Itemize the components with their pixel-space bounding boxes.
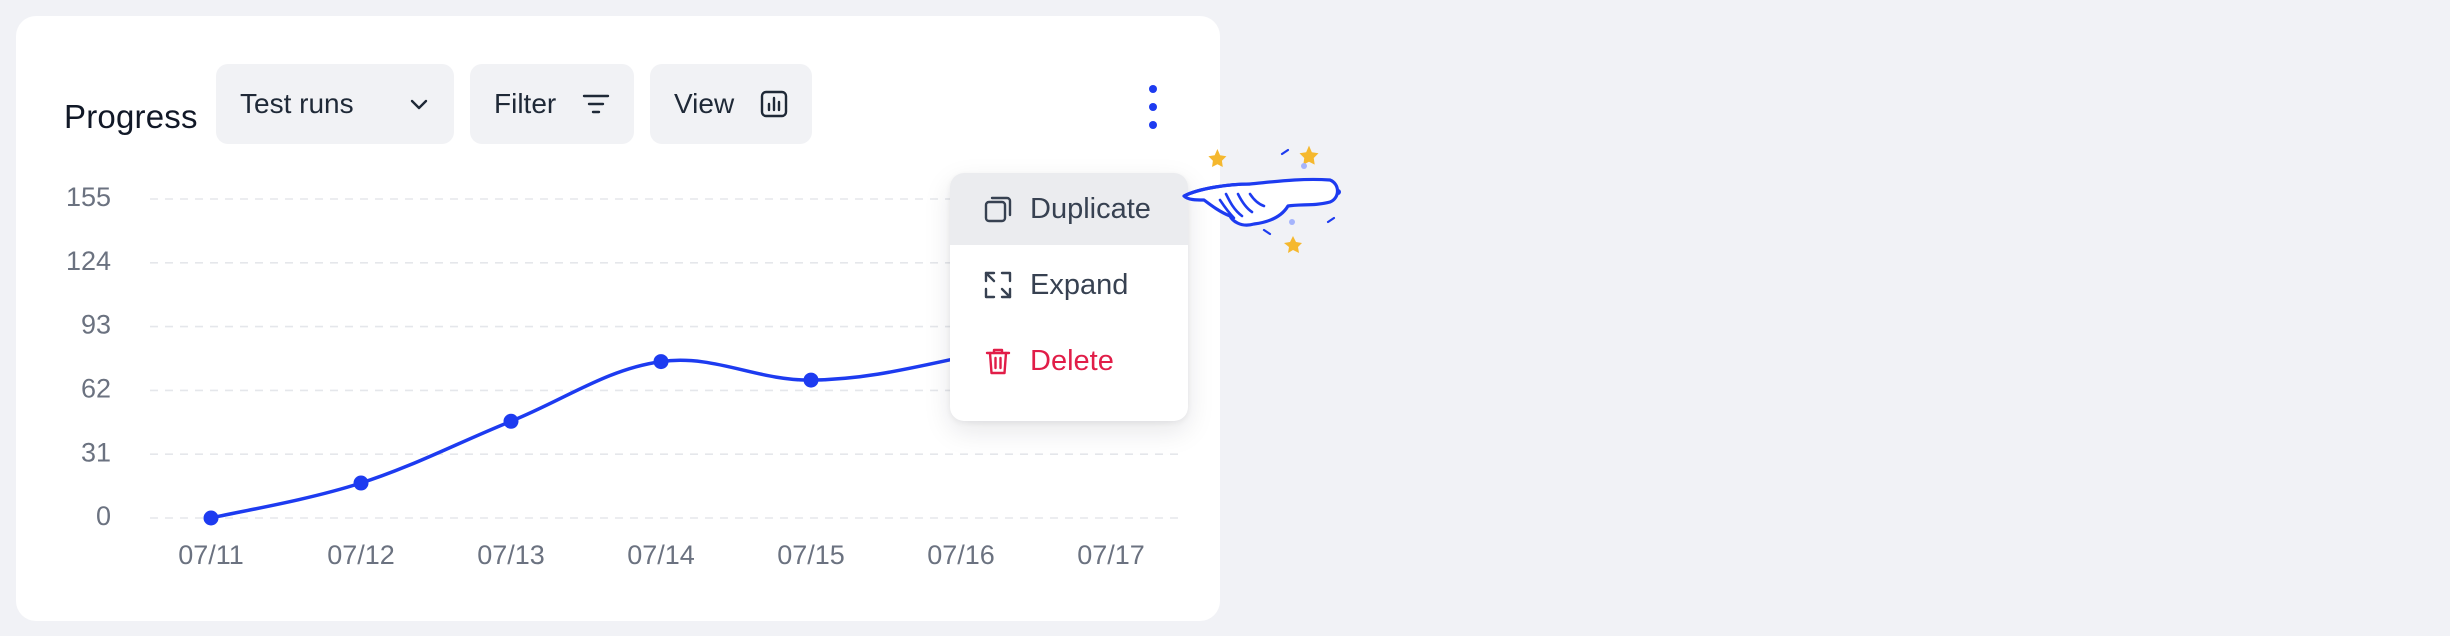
menu-item-label: Duplicate xyxy=(1030,192,1151,225)
copy-icon xyxy=(982,193,1014,225)
options-menu: Duplicate Expand Delete xyxy=(950,173,1188,421)
data-point[interactable] xyxy=(653,354,669,370)
y-tick-label: 155 xyxy=(66,182,111,212)
menu-item-expand[interactable]: Expand xyxy=(950,249,1188,321)
x-tick-label: 07/12 xyxy=(327,540,395,570)
y-tick-label: 93 xyxy=(81,310,111,340)
x-tick-label: 07/17 xyxy=(1077,540,1145,570)
data-point[interactable] xyxy=(503,413,519,429)
menu-item-label: Expand xyxy=(1030,268,1129,301)
x-tick-label: 07/13 xyxy=(477,540,545,570)
data-point[interactable] xyxy=(203,510,219,526)
menu-item-delete[interactable]: Delete xyxy=(950,325,1188,397)
menu-item-label: Delete xyxy=(1030,344,1114,377)
y-tick-label: 31 xyxy=(81,437,111,467)
expand-icon xyxy=(982,269,1014,301)
data-point[interactable] xyxy=(353,475,369,491)
data-point[interactable] xyxy=(803,372,819,388)
y-tick-label: 62 xyxy=(81,374,111,404)
menu-item-duplicate[interactable]: Duplicate xyxy=(950,173,1188,245)
y-tick-label: 0 xyxy=(96,501,111,531)
x-tick-label: 07/15 xyxy=(777,540,845,570)
x-tick-label: 07/14 xyxy=(627,540,695,570)
trash-icon xyxy=(982,345,1014,377)
x-tick-label: 07/16 xyxy=(927,540,995,570)
x-tick-label: 07/11 xyxy=(178,540,244,570)
pointing-hand-icon xyxy=(1182,145,1341,253)
progress-card: Progress Test runs Filter View 0 31 62 93 12… xyxy=(16,16,1220,621)
y-tick-label: 124 xyxy=(66,246,111,276)
